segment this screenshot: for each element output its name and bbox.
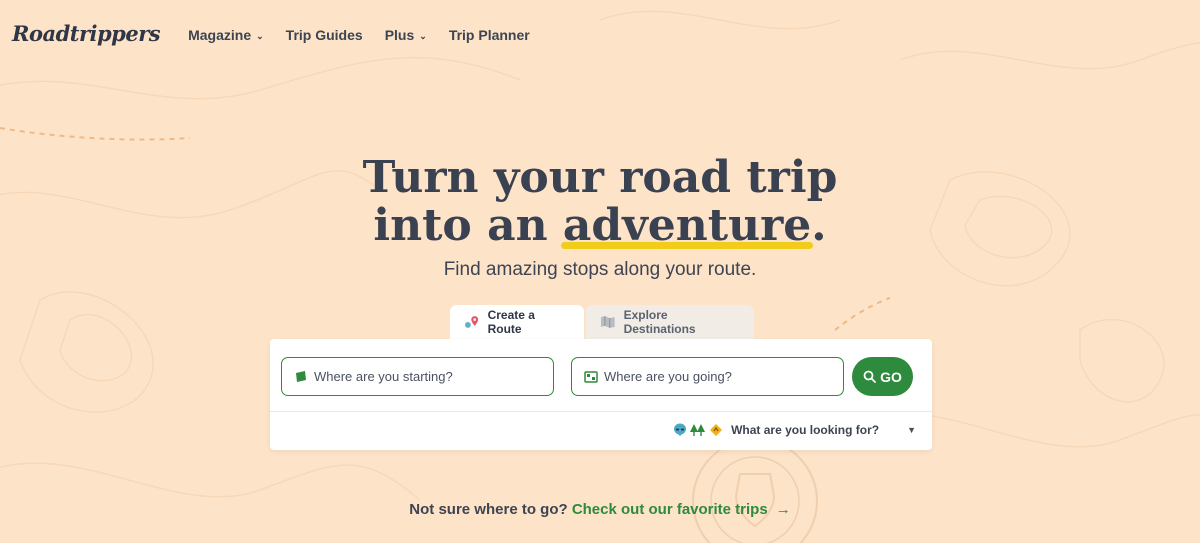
- road-sign-icon: [710, 424, 723, 436]
- tab-explore-destinations[interactable]: Explore Destinations: [586, 305, 754, 339]
- top-navigation: Roadtrippers Magazine ⌄ Trip Guides Plus…: [0, 0, 1200, 70]
- nav-item-label: Magazine: [188, 27, 252, 43]
- search-tabs: Create a Route Explore Destinations: [450, 305, 754, 339]
- category-icons: [673, 423, 723, 437]
- hero-subtitle: Find amazing stops along your route.: [443, 259, 757, 280]
- trees-icon: [690, 424, 706, 436]
- favorite-trips-question: Not sure where to go?: [409, 501, 572, 518]
- favorite-trips-link[interactable]: Check out our favorite trips: [572, 501, 768, 518]
- destination-input[interactable]: [604, 369, 824, 384]
- chevron-down-icon: ⌄: [419, 30, 427, 41]
- favorite-trips-prompt: Not sure where to go? Check out our favo…: [0, 501, 1200, 518]
- nav-item-trip-guides[interactable]: Trip Guides: [286, 27, 363, 43]
- hero-title-line1: Turn your road trip: [362, 152, 838, 203]
- road-trip-classic-badge: [692, 438, 818, 543]
- arrow-right-icon[interactable]: →: [776, 501, 791, 518]
- nav-item-label: Trip Planner: [448, 27, 530, 43]
- map-pin-icon: [464, 316, 479, 328]
- flag-icon: [296, 370, 306, 382]
- go-button-label: GO: [880, 368, 902, 385]
- hero-title-highlight: adventure: [560, 200, 814, 251]
- category-dropdown-label: What are you looking for?: [731, 423, 880, 437]
- card-divider: [270, 411, 932, 412]
- nav-item-trip-planner[interactable]: Trip Planner: [449, 27, 530, 43]
- go-button[interactable]: GO: [852, 357, 913, 396]
- hero-title-line2: into an adventure.: [0, 202, 1200, 250]
- alien-icon: [674, 423, 687, 436]
- tab-label: Create a Route: [487, 308, 535, 336]
- nav-item-magazine[interactable]: Magazine ⌄: [188, 27, 264, 43]
- chevron-down-icon: ⌄: [256, 30, 264, 41]
- search-icon: [863, 370, 877, 383]
- start-location-input[interactable]: [314, 369, 534, 384]
- category-dropdown[interactable]: What are you looking for? ▼: [673, 423, 916, 437]
- map-icon: [600, 316, 615, 328]
- nav-item-label: Trip Guides: [285, 27, 363, 43]
- destination-field[interactable]: [571, 357, 844, 396]
- hero-title-prefix: into an: [373, 200, 563, 251]
- start-location-field[interactable]: [281, 357, 554, 396]
- tab-create-route[interactable]: Create a Route: [450, 305, 584, 339]
- tab-label: Explore Destinations: [623, 308, 696, 336]
- checkered-flag-icon: [584, 370, 598, 383]
- nav-item-plus[interactable]: Plus ⌄: [385, 27, 427, 43]
- roadtrippers-logo[interactable]: Roadtrippers: [12, 21, 161, 46]
- hero-title-suffix: .: [811, 200, 827, 251]
- route-search-card: GO What are you looking for? ▼: [270, 339, 932, 450]
- caret-down-icon: ▼: [907, 425, 916, 435]
- hero-title: Turn your road trip into an adventure.: [0, 154, 1200, 250]
- nav-item-label: Plus: [384, 27, 415, 43]
